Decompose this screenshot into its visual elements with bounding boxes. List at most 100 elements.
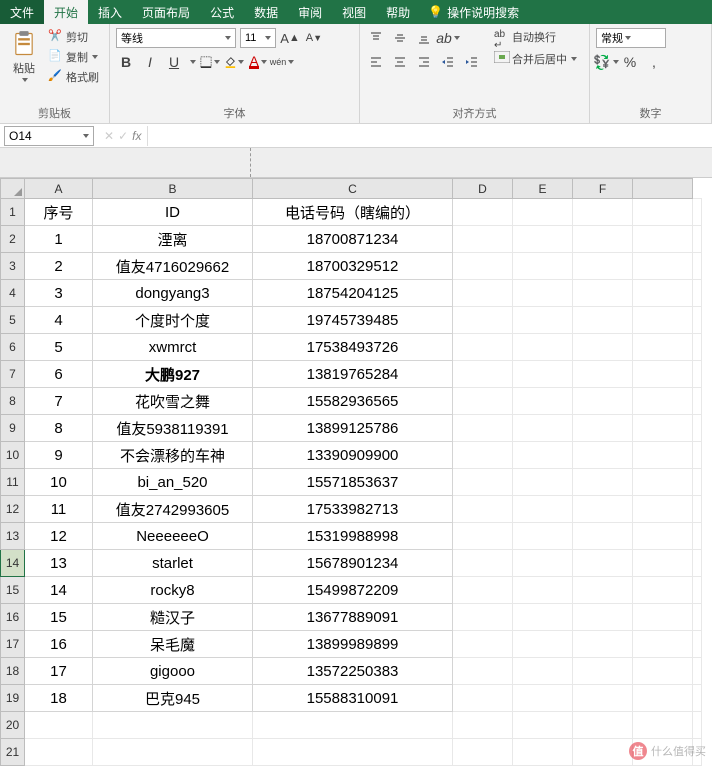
tab-review[interactable]: 审阅 <box>288 0 332 24</box>
cell-C1[interactable]: 电话号码（瞎编的） <box>253 199 453 226</box>
cell[interactable] <box>633 199 693 226</box>
cell[interactable] <box>513 415 573 442</box>
align-center-button[interactable] <box>390 52 410 72</box>
cell-A16[interactable]: 15 <box>25 604 93 631</box>
cell[interactable] <box>633 388 693 415</box>
cell-A17[interactable]: 16 <box>25 631 93 658</box>
row-header-18[interactable]: 18 <box>1 658 25 685</box>
merge-center-button[interactable]: 合并后居中 <box>492 50 579 68</box>
cell-B8[interactable]: 花吹雪之舞 <box>93 388 253 415</box>
cell-C7[interactable]: 13819765284 <box>253 361 453 388</box>
cell[interactable] <box>573 712 633 739</box>
cell[interactable] <box>513 226 573 253</box>
cell-A18[interactable]: 17 <box>25 658 93 685</box>
cell[interactable] <box>513 604 573 631</box>
cell[interactable] <box>573 307 633 334</box>
cell-B10[interactable]: 不会漂移的车神 <box>93 442 253 469</box>
align-middle-button[interactable] <box>390 28 410 48</box>
cell[interactable] <box>453 550 513 577</box>
cell-C18[interactable]: 13572250383 <box>253 658 453 685</box>
cell-A9[interactable]: 8 <box>25 415 93 442</box>
ruby-button[interactable]: wén <box>272 52 292 72</box>
cell[interactable] <box>453 739 513 766</box>
align-bottom-button[interactable] <box>414 28 434 48</box>
cell-A4[interactable]: 3 <box>25 280 93 307</box>
row-header-7[interactable]: 7 <box>1 361 25 388</box>
cell-B7[interactable]: 大鹏927 <box>93 361 253 388</box>
cell[interactable] <box>25 739 93 766</box>
cell-A14[interactable]: 13 <box>25 550 93 577</box>
row-header-13[interactable]: 13 <box>1 523 25 550</box>
increase-indent-button[interactable] <box>462 52 482 72</box>
cell-A19[interactable]: 18 <box>25 685 93 712</box>
cell[interactable] <box>453 577 513 604</box>
cell[interactable] <box>253 739 453 766</box>
select-all-corner[interactable] <box>1 179 25 199</box>
decrease-font-button[interactable]: A▼ <box>304 28 324 48</box>
cell-B6[interactable]: xwmrct <box>93 334 253 361</box>
cell[interactable] <box>513 199 573 226</box>
cell-A6[interactable]: 5 <box>25 334 93 361</box>
cell[interactable] <box>573 361 633 388</box>
tab-insert[interactable]: 插入 <box>88 0 132 24</box>
col-header-B[interactable]: B <box>93 179 253 199</box>
cell[interactable] <box>25 712 93 739</box>
row-header-10[interactable]: 10 <box>1 442 25 469</box>
row-header-9[interactable]: 9 <box>1 415 25 442</box>
cell-A8[interactable]: 7 <box>25 388 93 415</box>
cell[interactable] <box>453 307 513 334</box>
row-header-19[interactable]: 19 <box>1 685 25 712</box>
fx-icon[interactable]: fx <box>132 129 141 143</box>
cell-C11[interactable]: 15571853637 <box>253 469 453 496</box>
cell[interactable] <box>513 631 573 658</box>
row-header-21[interactable]: 21 <box>1 739 25 766</box>
row-header-1[interactable]: 1 <box>1 199 25 226</box>
cell-C15[interactable]: 15499872209 <box>253 577 453 604</box>
wrap-text-button[interactable]: ab↵ 自动换行 <box>492 28 579 46</box>
cell[interactable] <box>633 496 693 523</box>
row-header-11[interactable]: 11 <box>1 469 25 496</box>
cell[interactable] <box>573 469 633 496</box>
cell-B3[interactable]: 值友4716029662 <box>93 253 253 280</box>
cell-B13[interactable]: NeeeeeeO <box>93 523 253 550</box>
cell-C13[interactable]: 15319988998 <box>253 523 453 550</box>
col-header-F[interactable]: F <box>573 179 633 199</box>
cell-B15[interactable]: rocky8 <box>93 577 253 604</box>
cell[interactable] <box>513 496 573 523</box>
percent-format-button[interactable]: % <box>620 52 640 72</box>
cell[interactable] <box>633 226 693 253</box>
cell[interactable] <box>253 712 453 739</box>
cell[interactable] <box>633 658 693 685</box>
align-left-button[interactable] <box>366 52 386 72</box>
name-box[interactable]: O14 <box>4 126 94 146</box>
cell-B17[interactable]: 呆毛魔 <box>93 631 253 658</box>
cell[interactable] <box>573 604 633 631</box>
row-header-3[interactable]: 3 <box>1 253 25 280</box>
row-header-2[interactable]: 2 <box>1 226 25 253</box>
font-color-button[interactable]: A <box>248 52 268 72</box>
cell[interactable] <box>573 199 633 226</box>
cell[interactable] <box>573 631 633 658</box>
accounting-format-button[interactable]: 💱 <box>596 52 616 72</box>
cell-C14[interactable]: 15678901234 <box>253 550 453 577</box>
cell-B1[interactable]: ID <box>93 199 253 226</box>
cancel-formula-icon[interactable]: ✕ <box>104 129 114 143</box>
tab-file[interactable]: 文件 <box>0 0 44 24</box>
cell[interactable] <box>573 253 633 280</box>
align-top-button[interactable] <box>366 28 386 48</box>
cell-B4[interactable]: dongyang3 <box>93 280 253 307</box>
cell[interactable] <box>573 496 633 523</box>
row-header-15[interactable]: 15 <box>1 577 25 604</box>
cell[interactable] <box>573 550 633 577</box>
cell-B18[interactable]: gigooo <box>93 658 253 685</box>
cell-B16[interactable]: 糙汉子 <box>93 604 253 631</box>
cell[interactable] <box>453 361 513 388</box>
row-header-20[interactable]: 20 <box>1 712 25 739</box>
comma-format-button[interactable]: , <box>644 52 664 72</box>
cell[interactable] <box>453 631 513 658</box>
cell[interactable] <box>633 577 693 604</box>
cell[interactable] <box>513 388 573 415</box>
tab-formulas[interactable]: 公式 <box>200 0 244 24</box>
cell[interactable] <box>573 685 633 712</box>
cell-A2[interactable]: 1 <box>25 226 93 253</box>
